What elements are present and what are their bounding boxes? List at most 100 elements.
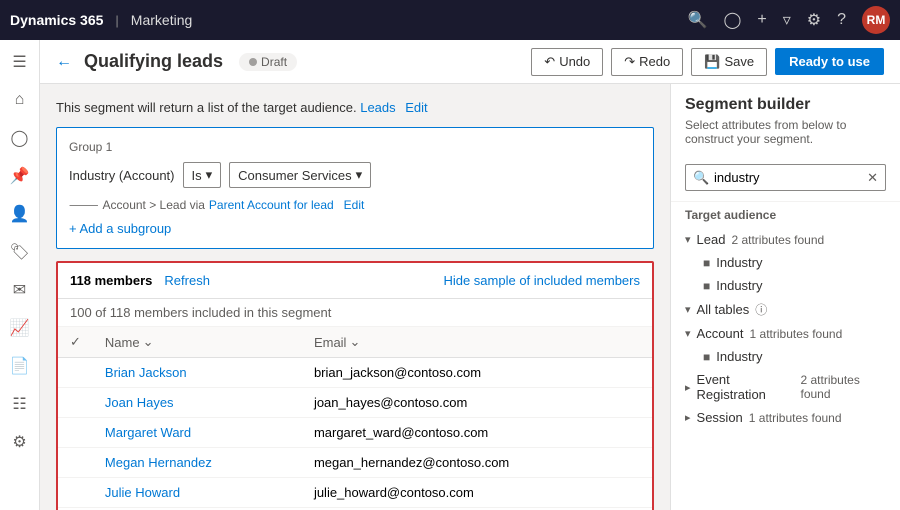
table-row: Brian Jackson brian_jackson@contoso.com — [58, 358, 652, 388]
row-name-2[interactable]: Margaret Ward — [93, 418, 302, 448]
all-tables-info-icon: ⓘ — [755, 301, 767, 318]
save-button[interactable]: 💾 Save — [691, 48, 767, 76]
sidebar-chart[interactable]: 📈 — [2, 310, 38, 346]
table-row: Megan Hernandez megan_hernandez@contoso.… — [58, 448, 652, 478]
parent-account-link[interactable]: Parent Account for lead — [209, 198, 334, 212]
row-name-4[interactable]: Julie Howard — [93, 478, 302, 508]
sidebar-settings[interactable]: ⚙ — [2, 424, 38, 460]
lead-section-toggle[interactable]: Lead 2 attributes found — [671, 228, 900, 251]
members-count: 118 members — [70, 273, 152, 288]
search-input[interactable] — [685, 164, 886, 191]
event-reg-chevron-icon — [685, 381, 691, 394]
members-header: 118 members Refresh Hide sample of inclu… — [58, 263, 652, 299]
group-label: Group 1 — [69, 140, 641, 154]
draft-dot — [249, 58, 257, 66]
members-table: ✓ Name ⌄ Email ⌄ — [58, 327, 652, 510]
edit-link[interactable]: Edit — [405, 100, 427, 115]
sidebar-recent[interactable]: ◯ — [2, 120, 38, 156]
top-nav-actions: 🔍 ◯ + ▿ ⚙ ? RM — [688, 6, 890, 34]
account-industry-attr[interactable]: ■ Industry — [671, 345, 900, 368]
row-email-2: margaret_ward@contoso.com — [302, 418, 652, 448]
redo-button[interactable]: ↷ Redo — [611, 48, 683, 76]
table-row: Margaret Ward margaret_ward@contoso.com — [58, 418, 652, 448]
row-check-4 — [58, 478, 93, 508]
attr-icon-2: ■ — [703, 279, 710, 293]
lead-industry-attr-1[interactable]: ■ Industry — [671, 251, 900, 274]
lead-chevron-icon — [685, 233, 691, 246]
filter-icon[interactable]: ▿ — [783, 10, 791, 30]
table-header-row: ✓ Name ⌄ Email ⌄ — [58, 327, 652, 358]
members-area: 118 members Refresh Hide sample of inclu… — [56, 261, 654, 510]
search-icon[interactable]: 🔍 — [688, 10, 708, 30]
operator-chevron: ▾ — [206, 167, 213, 183]
filter-row: Industry (Account) Is ▾ Consumer Service… — [69, 162, 641, 188]
sidebar: ☰ ⌂ ◯ 📌 👤 🏷 ✉ 📈 📄 ☷ ⚙ — [0, 40, 40, 510]
attr-icon-1: ■ — [703, 256, 710, 270]
avatar[interactable]: RM — [862, 6, 890, 34]
target-audience-header: Target audience — [671, 201, 900, 228]
search-icon: 🔍 — [693, 170, 709, 186]
breadcrumb-edit-link[interactable]: Edit — [344, 198, 365, 212]
sidebar-tag[interactable]: 🏷 — [2, 234, 38, 270]
row-check-1 — [58, 388, 93, 418]
search-clear-icon[interactable]: ✕ — [867, 170, 878, 186]
brand-name: Dynamics 365 — [10, 12, 103, 28]
name-col-header[interactable]: Name ⌄ — [93, 327, 302, 358]
sidebar-people[interactable]: 👤 — [2, 196, 38, 232]
right-panel: Segment builder Select attributes from b… — [670, 84, 900, 510]
plus-icon[interactable]: + — [757, 11, 766, 29]
event-reg-section-toggle[interactable]: Event Registration 2 attributes found — [671, 368, 900, 406]
account-section-toggle[interactable]: Account 1 attributes found — [671, 322, 900, 345]
toolbar: ← Qualifying leads Draft ↶ Undo ↷ Redo 💾… — [40, 40, 900, 84]
lead-industry-attr-2[interactable]: ■ Industry — [671, 274, 900, 297]
session-section-toggle[interactable]: Session 1 attributes found — [671, 406, 900, 429]
email-sort-icon: ⌄ — [349, 334, 360, 350]
search-container: 🔍 ✕ — [685, 164, 886, 191]
members-sub-text: 100 of 118 members included in this segm… — [58, 299, 652, 327]
undo-icon: ↶ — [544, 54, 555, 70]
main-panel: This segment will return a list of the t… — [40, 84, 670, 510]
value-chevron: ▾ — [356, 167, 363, 183]
sidebar-home[interactable]: ⌂ — [2, 82, 38, 118]
sidebar-mail[interactable]: ✉ — [2, 272, 38, 308]
sidebar-pin[interactable]: 📌 — [2, 158, 38, 194]
module-name: Marketing — [131, 12, 192, 28]
builder-title: Segment builder — [685, 96, 886, 114]
content-wrap: This segment will return a list of the t… — [40, 84, 900, 510]
ready-button[interactable]: Ready to use — [775, 48, 884, 75]
all-tables-chevron — [685, 303, 691, 316]
sidebar-hamburger[interactable]: ☰ — [2, 44, 38, 80]
add-subgroup-button[interactable]: + Add a subgroup — [69, 221, 641, 236]
check-col-header: ✓ — [58, 327, 93, 358]
row-name-0[interactable]: Brian Jackson — [93, 358, 302, 388]
builder-header: Segment builder Select attributes from b… — [671, 84, 900, 164]
account-chevron-icon — [685, 327, 691, 340]
settings-icon[interactable]: ⚙ — [807, 10, 821, 30]
top-nav: Dynamics 365 | Marketing 🔍 ◯ + ▿ ⚙ ? RM — [0, 0, 900, 40]
leads-link[interactable]: Leads — [360, 100, 395, 115]
builder-desc: Select attributes from below to construc… — [685, 118, 886, 146]
redo-icon: ↷ — [624, 54, 635, 70]
filter-operator[interactable]: Is ▾ — [183, 162, 222, 188]
sidebar-layers[interactable]: ☷ — [2, 386, 38, 422]
row-email-1: joan_hayes@contoso.com — [302, 388, 652, 418]
row-name-3[interactable]: Megan Hernandez — [93, 448, 302, 478]
filter-field: Industry (Account) — [69, 168, 175, 183]
bell-icon[interactable]: ◯ — [723, 10, 741, 30]
row-email-4: julie_howard@contoso.com — [302, 478, 652, 508]
email-col-header[interactable]: Email ⌄ — [302, 327, 652, 358]
save-icon: 💾 — [704, 54, 720, 70]
sidebar-book[interactable]: 📄 — [2, 348, 38, 384]
back-button[interactable]: ← — [56, 53, 72, 71]
undo-button[interactable]: ↶ Undo — [531, 48, 603, 76]
help-icon[interactable]: ? — [837, 11, 846, 29]
refresh-button[interactable]: Refresh — [164, 273, 210, 288]
page-title: Qualifying leads — [84, 51, 223, 72]
filter-value[interactable]: Consumer Services ▾ — [229, 162, 371, 188]
all-tables-toggle[interactable]: All tables ⓘ — [671, 297, 900, 322]
hide-members-link[interactable]: Hide sample of included members — [443, 273, 640, 288]
checkbox-icon[interactable]: ✓ — [70, 334, 81, 349]
row-name-1[interactable]: Joan Hayes — [93, 388, 302, 418]
builder-content: Target audience Lead 2 attributes found … — [671, 201, 900, 510]
row-check-0 — [58, 358, 93, 388]
